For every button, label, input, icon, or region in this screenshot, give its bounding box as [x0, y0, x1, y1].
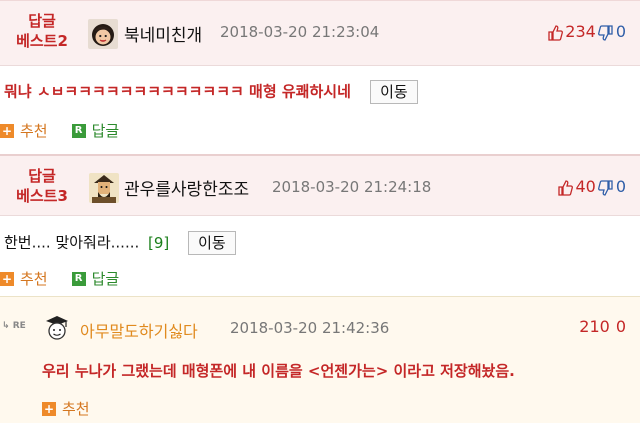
avatar[interactable] [89, 173, 119, 203]
comment-actions: + 추천 R 답글 [0, 268, 143, 289]
plus-icon: + [42, 401, 56, 416]
nickname[interactable]: 북네미친개 [124, 21, 202, 46]
reply-button[interactable]: R 답글 [71, 120, 120, 141]
best-reply-badge: 답글 베스트3 [2, 166, 82, 206]
reply-label: 답글 [91, 122, 120, 140]
re-label: RE [12, 321, 26, 331]
upvote-count: 40 [575, 177, 596, 196]
recommend-button[interactable]: + 추천 [42, 398, 90, 419]
reply-r-icon: R [71, 123, 86, 138]
upvote-count: 210 [579, 317, 610, 336]
badge-line-2: 베스트3 [16, 187, 68, 205]
comment-text: 우리 누나가 그랬는데 매형폰에 내 이름을 <언젠가는> 이라고 저장해놨음. [42, 362, 515, 380]
vote-counts: 234 0 [547, 22, 626, 41]
best-reply-comment-2: 답글 베스트2 북네미친개 2018-03-20 21:23:04 234 0 … [0, 0, 640, 150]
nickname[interactable]: 아무말도하기싫다 [80, 318, 198, 342]
plus-icon: + [0, 123, 14, 138]
recommend-label: 추천 [62, 400, 90, 418]
reply-indicator: ↳ RE [2, 321, 26, 331]
reply-r-icon: R [71, 271, 86, 286]
best-reply-badge: 답글 베스트2 [2, 11, 82, 51]
comment-body: 한번.... 맞아줘라...... [9] 이동 [4, 231, 236, 255]
comment-header: 답글 베스트2 북네미친개 2018-03-20 21:23:04 234 0 [0, 0, 640, 66]
move-button[interactable]: 이동 [188, 231, 236, 255]
plus-icon: + [0, 271, 14, 286]
comment-actions: + 추천 [42, 398, 114, 419]
timestamp: 2018-03-20 21:23:04 [220, 23, 380, 41]
comment-header: 답글 베스트3 관우를사랑한조조 2018-03-20 21:24:18 40 [0, 154, 640, 216]
best-reply-comment-3: 답글 베스트3 관우를사랑한조조 2018-03-20 21:24:18 40 [0, 150, 640, 296]
timestamp: 2018-03-20 21:24:18 [272, 178, 432, 196]
downvote-count: 0 [615, 317, 626, 336]
avatar[interactable] [88, 19, 118, 49]
thumbs-down-icon[interactable] [597, 177, 614, 196]
reply-count[interactable]: [9] [148, 234, 169, 252]
reply-arrow-icon: ↳ [2, 321, 10, 331]
comment-body: 우리 누나가 그랬는데 매형폰에 내 이름을 <언젠가는> 이라고 저장해놨음. [42, 360, 515, 382]
recommend-label: 추천 [20, 270, 48, 288]
upvote-count: 234 [565, 22, 596, 41]
reply-label: 답글 [91, 270, 120, 288]
recommend-label: 추천 [20, 122, 48, 140]
move-button[interactable]: 이동 [370, 80, 418, 104]
thumbs-up-icon[interactable] [547, 22, 564, 41]
thumbs-up-icon[interactable] [557, 177, 574, 196]
comment-text: 한번.... 맞아줘라...... [4, 233, 140, 252]
nested-reply-comment: ↳ RE 아무말도하기싫다 2018-03-20 21:42:36 210 0 … [0, 296, 640, 423]
comment-actions: + 추천 R 답글 [0, 120, 143, 141]
vote-counts: 40 0 [557, 177, 626, 196]
downvote-count: 0 [615, 22, 626, 41]
avatar[interactable] [42, 312, 72, 342]
downvote-count: 0 [615, 177, 626, 196]
nickname[interactable]: 관우를사랑한조조 [124, 175, 249, 200]
comment-body: 뭐냐 ㅅㅂㅋㅋㅋㅋㅋㅋㅋㅋㅋㅋㅋㅋㅋ 매형 유쾌하시네 이동 [4, 80, 418, 104]
recommend-button[interactable]: + 추천 [0, 268, 48, 289]
timestamp: 2018-03-20 21:42:36 [230, 319, 390, 337]
comment-text: 뭐냐 ㅅㅂㅋㅋㅋㅋㅋㅋㅋㅋㅋㅋㅋㅋㅋ 매형 유쾌하시네 [4, 82, 351, 101]
recommend-button[interactable]: + 추천 [0, 120, 48, 141]
badge-line-2: 베스트2 [16, 32, 68, 50]
reply-button[interactable]: R 답글 [71, 268, 120, 289]
badge-line-1: 답글 [28, 12, 56, 30]
vote-counts: 210 0 [579, 317, 626, 336]
badge-line-1: 답글 [28, 167, 56, 185]
thumbs-down-icon[interactable] [597, 22, 614, 41]
